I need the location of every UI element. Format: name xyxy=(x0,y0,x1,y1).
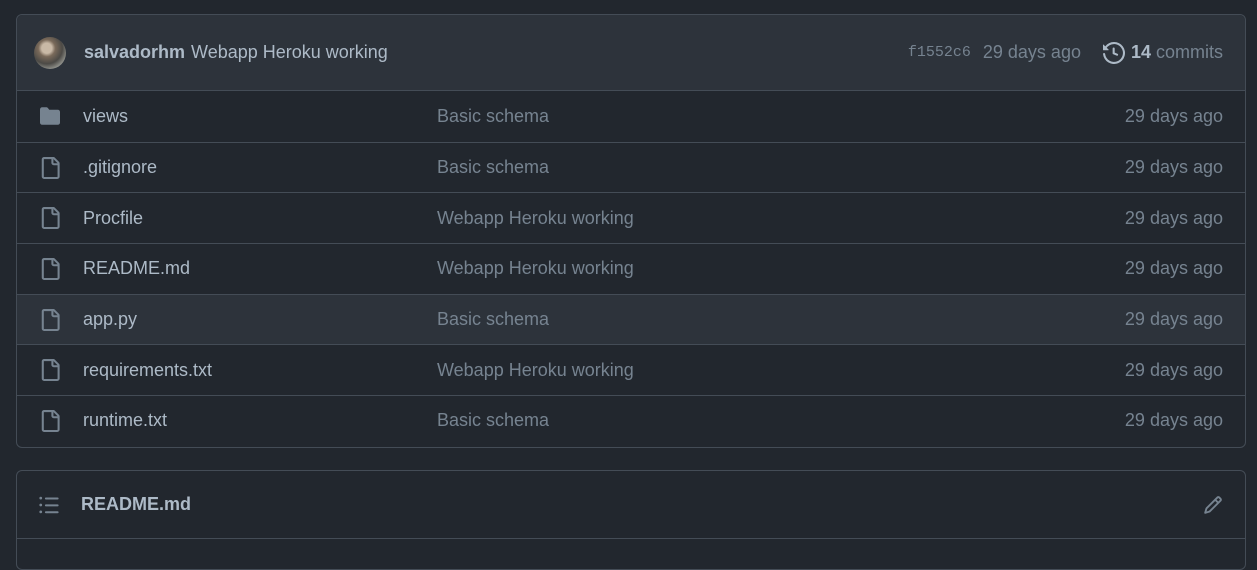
file-commit-message[interactable]: Webapp Heroku working xyxy=(437,258,1125,279)
file-commit-message[interactable]: Basic schema xyxy=(437,106,1125,127)
readme-title[interactable]: README.md xyxy=(81,494,191,515)
file-row-procfile[interactable]: Procfile Webapp Heroku working 29 days a… xyxy=(17,192,1245,243)
list-icon[interactable] xyxy=(38,494,60,516)
commit-author[interactable]: salvadorhm xyxy=(84,42,185,63)
history-icon[interactable] xyxy=(1102,41,1125,64)
file-row-runtime[interactable]: runtime.txt Basic schema 29 days ago xyxy=(17,395,1245,446)
file-icon xyxy=(38,358,62,382)
file-icon xyxy=(38,206,62,230)
commit-age: 29 days ago xyxy=(982,42,1081,62)
file-age: 29 days ago xyxy=(1124,105,1223,126)
file-name[interactable]: views xyxy=(83,106,437,127)
file-icon xyxy=(38,257,62,281)
file-browser: salvadorhm Webapp Heroku working f1552c6… xyxy=(16,14,1246,448)
latest-commit-header: salvadorhm Webapp Heroku working f1552c6… xyxy=(17,15,1245,91)
file-row-gitignore[interactable]: .gitignore Basic schema 29 days ago xyxy=(17,141,1245,193)
file-row-views[interactable]: views Basic schema 29 days ago xyxy=(17,91,1245,142)
commits-count[interactable]: 14 xyxy=(1131,42,1151,63)
commits-label[interactable]: commits xyxy=(1156,42,1223,63)
file-name[interactable]: README.md xyxy=(83,258,437,279)
file-age: 29 days ago xyxy=(1124,359,1223,380)
file-row-readme[interactable]: README.md Webapp Heroku working 29 days … xyxy=(17,243,1245,294)
file-row-app-py[interactable]: app.py Basic schema 29 days ago xyxy=(17,293,1245,345)
file-icon xyxy=(38,156,62,180)
commit-sha[interactable]: f1552c6 xyxy=(908,44,971,61)
readme-panel: README.md xyxy=(16,470,1246,570)
file-age: 29 days ago xyxy=(1124,157,1223,178)
file-name[interactable]: Procfile xyxy=(83,208,437,229)
file-name[interactable]: app.py xyxy=(83,309,437,330)
file-age: 29 days ago xyxy=(1124,410,1223,431)
file-commit-message[interactable]: Basic schema xyxy=(437,410,1125,431)
file-name[interactable]: runtime.txt xyxy=(83,410,437,431)
file-commit-message[interactable]: Basic schema xyxy=(437,157,1125,178)
file-age: 29 days ago xyxy=(1124,207,1223,228)
pencil-icon[interactable] xyxy=(1203,495,1223,515)
file-commit-message[interactable]: Webapp Heroku working xyxy=(437,360,1125,381)
file-commit-message[interactable]: Webapp Heroku working xyxy=(437,208,1125,229)
file-commit-message[interactable]: Basic schema xyxy=(437,309,1125,330)
file-name[interactable]: .gitignore xyxy=(83,157,437,178)
readme-header: README.md xyxy=(17,471,1245,539)
folder-icon xyxy=(38,104,62,128)
file-icon xyxy=(38,409,62,433)
file-row-requirements[interactable]: requirements.txt Webapp Heroku working 2… xyxy=(17,344,1245,395)
file-age: 29 days ago xyxy=(1124,309,1223,330)
file-icon xyxy=(38,308,62,332)
commit-message[interactable]: Webapp Heroku working xyxy=(191,42,388,63)
avatar[interactable] xyxy=(34,36,66,69)
file-name[interactable]: requirements.txt xyxy=(83,360,437,381)
file-age: 29 days ago xyxy=(1124,258,1223,279)
